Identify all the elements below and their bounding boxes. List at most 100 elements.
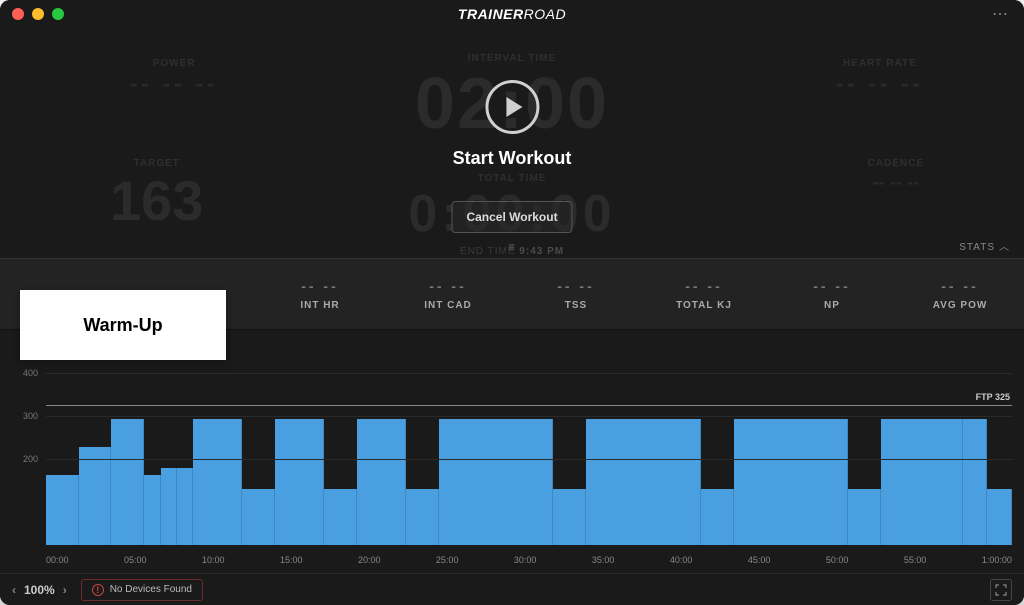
device-status-badge[interactable]: ! No Devices Found	[81, 579, 203, 601]
interval-bar[interactable]	[734, 419, 849, 545]
ytick: 400	[23, 368, 38, 378]
stat-label: INT CAD	[424, 300, 472, 311]
stat-cell: -- -- TOTAL KJ	[640, 259, 768, 329]
interval-bar[interactable]	[161, 468, 177, 545]
metric-target: TARGET 163	[110, 158, 203, 229]
start-workout-label: Start Workout	[451, 148, 572, 169]
interval-bar[interactable]	[987, 489, 1012, 545]
zoom-out-button[interactable]: ‹	[12, 583, 16, 597]
resize-grip-icon[interactable]: ≡	[508, 240, 516, 254]
xtick: 30:00	[514, 555, 537, 565]
interval-bar[interactable]	[177, 468, 193, 545]
xtick: 40:00	[670, 555, 693, 565]
xtick: 55:00	[904, 555, 927, 565]
interval-tooltip: Warm-Up	[20, 290, 226, 360]
interval-bar[interactable]	[881, 419, 963, 545]
zoom-in-button[interactable]: ›	[63, 583, 67, 597]
zoom-value: 100%	[24, 583, 55, 597]
interval-bar[interactable]	[357, 419, 406, 545]
brand-logo: TRAINERROAD	[458, 6, 566, 22]
interval-bar[interactable]	[193, 419, 242, 545]
xtick: 50:00	[826, 555, 849, 565]
stat-cell: -- -- INT CAD	[384, 259, 512, 329]
warning-icon: !	[92, 584, 104, 596]
metric-interval-label: INTERVAL TIME	[415, 53, 609, 64]
xtick: 15:00	[280, 555, 303, 565]
device-status-text: No Devices Found	[110, 584, 192, 595]
interval-bar[interactable]	[586, 419, 701, 545]
interval-bar[interactable]	[963, 419, 988, 545]
xtick: 25:00	[436, 555, 459, 565]
fullscreen-icon	[995, 584, 1007, 596]
xtick: 00:00	[46, 555, 69, 565]
metrics-area: POWER -- -- -- INTERVAL TIME 02:00 HEART…	[0, 28, 1024, 263]
stat-value: -- --	[941, 278, 979, 294]
cancel-workout-button[interactable]: Cancel Workout	[451, 201, 572, 233]
metric-heartrate-value: -- -- --	[836, 73, 924, 95]
start-overlay: Start Workout Cancel Workout	[451, 80, 572, 233]
chevron-up-icon: ︿	[999, 242, 1010, 253]
close-icon[interactable]	[12, 8, 24, 20]
chart-xaxis: 00:00 05:00 10:00 15:00 20:00 25:00 30:00 35:00…	[46, 555, 1012, 565]
stat-value: -- --	[813, 278, 851, 294]
xtick: 35:00	[592, 555, 615, 565]
interval-bar[interactable]	[111, 419, 144, 545]
metric-target-label: TARGET	[110, 158, 203, 169]
interval-bar[interactable]	[46, 475, 79, 545]
gridline	[46, 373, 1012, 374]
metric-heartrate: HEART RATE -- -- --	[836, 58, 924, 95]
workout-chart[interactable]: 200300400 FTP 325 00:0005:0010:0015:0020…	[0, 330, 1024, 573]
stat-cell: -- -- NP	[768, 259, 896, 329]
xtick: 45:00	[748, 555, 771, 565]
stat-cell: -- --TSS	[512, 259, 640, 329]
ytick: 300	[23, 411, 38, 421]
metric-cadence-label: CADENCE	[868, 158, 924, 169]
interval-bar[interactable]	[242, 489, 275, 545]
metric-power-value: -- -- --	[130, 73, 218, 95]
interval-bar[interactable]	[324, 489, 357, 545]
zoom-control: ‹ 100% ›	[12, 583, 67, 597]
interval-bar[interactable]	[406, 489, 439, 545]
maximize-icon[interactable]	[52, 8, 64, 20]
ftp-line	[46, 405, 1012, 406]
fullscreen-button[interactable]	[990, 579, 1012, 601]
stat-value: -- --	[429, 278, 467, 294]
gridline	[46, 416, 1012, 417]
stat-value: -- --	[557, 278, 595, 294]
chart-yaxis: 200 300 400	[0, 330, 44, 545]
metric-power-label: POWER	[130, 58, 218, 69]
metric-heartrate-label: HEART RATE	[836, 58, 924, 69]
ytick: 200	[23, 454, 38, 464]
stats-toggle[interactable]: STATS︿	[959, 238, 1010, 253]
metric-cadence-value: -- -- --	[868, 173, 924, 191]
gridline	[46, 459, 1012, 460]
xtick: 05:00	[124, 555, 147, 565]
interval-bar[interactable]	[553, 489, 586, 545]
interval-bar[interactable]	[439, 419, 554, 545]
stat-label: TOTAL KJ	[676, 300, 732, 311]
stat-label: NP	[824, 300, 840, 311]
titlebar: TRAINERROAD ⋯	[0, 0, 1024, 28]
xtick: 1:00:00	[982, 555, 1012, 565]
xtick: 10:00	[202, 555, 225, 565]
window-controls	[12, 8, 64, 20]
metric-target-value: 163	[110, 173, 203, 229]
stat-value: -- --	[301, 278, 339, 294]
interval-bar[interactable]	[848, 489, 881, 545]
interval-bar[interactable]	[275, 419, 324, 545]
metric-power: POWER -- -- --	[130, 58, 218, 95]
metric-cadence: CADENCE -- -- --	[868, 158, 924, 191]
more-menu-icon[interactable]: ⋯	[992, 4, 1010, 24]
stat-label: AVG POW	[933, 300, 988, 311]
stat-cell: -- --INT HR	[256, 259, 384, 329]
minimize-icon[interactable]	[32, 8, 44, 20]
xtick: 20:00	[358, 555, 381, 565]
play-button[interactable]	[485, 80, 539, 134]
stat-value: -- --	[685, 278, 723, 294]
interval-bar[interactable]	[701, 489, 734, 545]
chart-bars	[46, 330, 1012, 545]
interval-bar[interactable]	[144, 475, 160, 545]
stat-cell: -- -- AVG POW	[896, 259, 1024, 329]
footer: ‹ 100% › ! No Devices Found	[0, 573, 1024, 605]
interval-bar[interactable]	[79, 447, 112, 545]
